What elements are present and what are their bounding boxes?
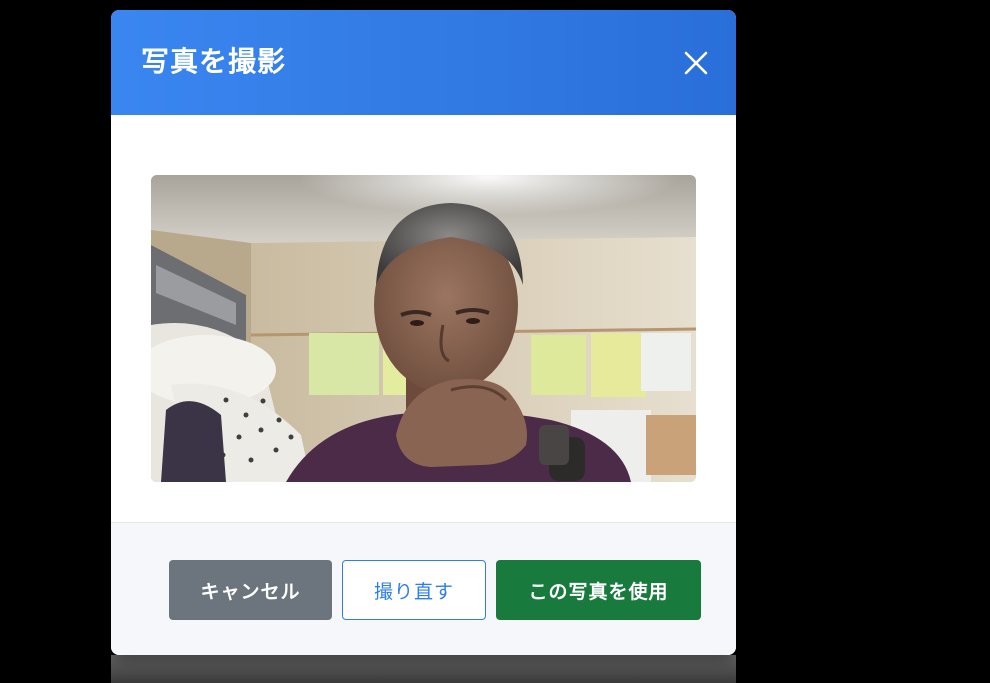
retake-button[interactable]: 撮り直す <box>342 560 486 620</box>
screen: 写真を撮影 キャンセル 撮り直す この写真を使用 <box>0 0 990 683</box>
dialog-footer: キャンセル 撮り直す この写真を使用 <box>111 522 736 655</box>
webcam-photo <box>151 175 696 482</box>
dialog-title: 写真を撮影 <box>141 45 287 78</box>
close-button[interactable] <box>679 46 713 80</box>
camera-photo-preview <box>151 175 696 482</box>
use-photo-button[interactable]: この写真を使用 <box>496 560 701 620</box>
dialog-header: 写真を撮影 <box>111 10 736 115</box>
close-icon <box>684 51 708 75</box>
cancel-button[interactable]: キャンセル <box>169 560 332 620</box>
capture-photo-dialog: 写真を撮影 キャンセル 撮り直す この写真を使用 <box>111 10 736 655</box>
dialog-body <box>111 115 736 522</box>
backdrop <box>111 655 736 683</box>
